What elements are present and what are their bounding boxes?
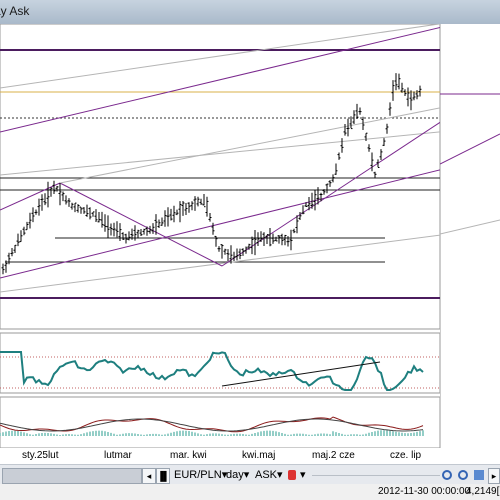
status-price: 4,2149[ xyxy=(466,486,500,497)
chevron-down-icon: ▾ xyxy=(300,469,306,481)
chart-settings-icon[interactable] xyxy=(474,470,484,480)
price-scale[interactable] xyxy=(439,24,500,464)
price-chart[interactable] xyxy=(0,17,481,464)
chevron-down-icon: ▾ xyxy=(277,469,283,481)
chart-tab-icon[interactable]: ▐▌ xyxy=(156,468,170,484)
chart-area[interactable] xyxy=(0,17,481,464)
symbol-label: EUR/PLN xyxy=(174,469,222,481)
window-title: ay Ask xyxy=(0,4,30,18)
symbol-selector[interactable]: EUR/PLN▾ xyxy=(174,468,227,482)
time-axis-label: sty.25lut xyxy=(22,450,59,461)
status-datetime: 2012-11-30 00:00:00 xyxy=(378,486,471,497)
period-label: day xyxy=(226,469,244,481)
zoom-in-icon[interactable] xyxy=(442,470,452,480)
time-axis: sty.25lut lutmar mar. kwi kwi.maj maj.2 … xyxy=(0,448,500,464)
scroll-left-button[interactable]: ◂ xyxy=(142,468,156,484)
zoom-out-icon[interactable] xyxy=(458,470,468,480)
draw-tool-icon[interactable] xyxy=(288,470,296,480)
time-axis-label: lutmar xyxy=(104,450,132,461)
time-axis-label: cze. lip xyxy=(390,450,422,461)
price-side-selector[interactable]: ASK▾ xyxy=(255,468,283,482)
horizontal-scrollbar[interactable] xyxy=(2,468,142,484)
price-side-label: ASK xyxy=(255,469,278,481)
macd-panel-frame xyxy=(0,396,441,449)
period-selector[interactable]: day▾ xyxy=(226,468,249,482)
price-scale-svg xyxy=(439,24,500,448)
more-tools-button[interactable]: ▾ xyxy=(300,468,306,482)
chevron-down-icon: ▾ xyxy=(243,469,250,481)
status-bar: 2012-11-30 00:00:00 4,2149[ xyxy=(0,484,500,500)
time-axis-label: maj.2 cze xyxy=(312,450,355,461)
scale-channel-line xyxy=(439,219,500,235)
time-axis-label: mar. kwi xyxy=(170,450,207,461)
chart-toolbar: ◂ ▐▌ EUR/PLN▾ day▾ ASK▾ ▾ ▸ xyxy=(0,464,500,486)
scroll-right-button[interactable]: ▸ xyxy=(488,468,500,484)
window-titlebar: ay Ask xyxy=(0,0,500,25)
scale-channel-line xyxy=(439,133,500,165)
time-axis-label: kwi.maj xyxy=(242,450,276,461)
toolbar-divider xyxy=(312,475,440,476)
